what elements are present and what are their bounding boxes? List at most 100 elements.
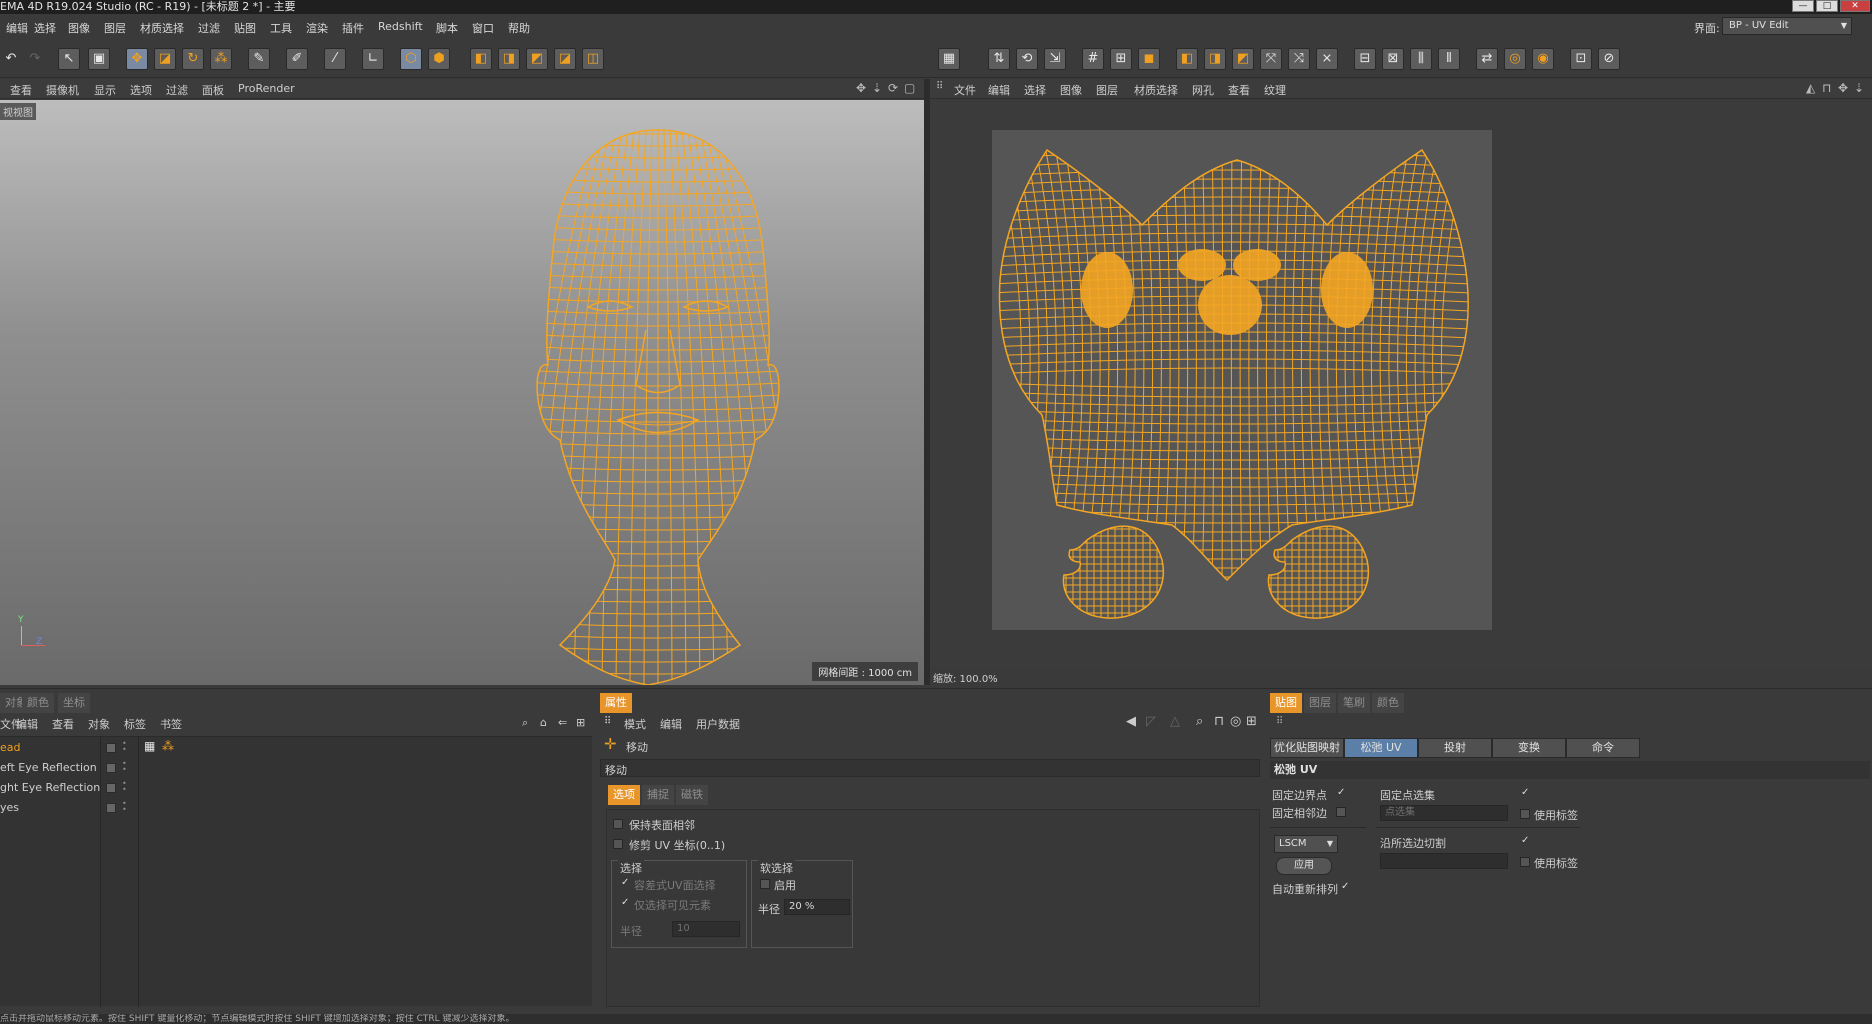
tab-color[interactable]: 颜色 <box>22 693 54 713</box>
edge-selection-field[interactable] <box>1380 853 1508 869</box>
obj-menu-view[interactable]: 查看 <box>52 716 74 732</box>
render-extra-button[interactable]: ◫ <box>582 48 604 70</box>
render-picture-button[interactable]: ◩ <box>526 48 548 70</box>
pin-neighbor-checkbox[interactable] <box>1336 807 1346 817</box>
lock-icon[interactable]: ⊓ <box>1214 714 1224 729</box>
viewport-menu-prorender[interactable]: ProRender <box>238 82 295 95</box>
commands-button[interactable]: 命令 <box>1566 738 1640 758</box>
pan-icon[interactable]: ✥ <box>1838 81 1848 95</box>
tab-brush[interactable]: 笔刷 <box>1338 693 1370 713</box>
uv-texture-1-button[interactable]: ⊡ <box>1570 48 1592 70</box>
uv-arrange-1-button[interactable]: ⊟ <box>1354 48 1376 70</box>
attr-menu-edit[interactable]: 编辑 <box>660 716 682 732</box>
uv-tool-1-button[interactable]: ⇅ <box>988 48 1010 70</box>
search-icon[interactable]: ⌕ <box>522 716 528 730</box>
uv-menu-layer[interactable]: 图层 <box>1096 82 1118 98</box>
uv-align-1-button[interactable]: ◧ <box>1176 48 1198 70</box>
obj-menu-bookmark[interactable]: 书签 <box>160 716 182 732</box>
uv-editor[interactable] <box>930 100 1872 668</box>
uv-tool-2-button[interactable]: ⟲ <box>1016 48 1038 70</box>
target-icon[interactable]: ◎ <box>1230 714 1241 729</box>
select-tool-button[interactable]: ▣ <box>88 48 110 70</box>
relax-uv-button[interactable]: 松弛 UV <box>1344 738 1418 758</box>
layout-select[interactable]: BP - UV Edit ▼ <box>1722 17 1852 35</box>
viewport-menu-camera[interactable]: 摄像机 <box>46 82 79 98</box>
menu-material-select[interactable]: 材质选择 <box>140 20 184 36</box>
tab-attributes[interactable]: 属性 <box>600 693 632 713</box>
menu-redshift[interactable]: Redshift <box>378 20 423 33</box>
uv-menu-view[interactable]: 查看 <box>1228 82 1250 98</box>
move-tool-button[interactable]: ✥ <box>126 48 148 70</box>
checker-tag-icon[interactable]: ▦ <box>144 739 155 753</box>
soft-radius-field[interactable]: 20 % <box>784 899 850 915</box>
new-panel-icon[interactable]: ⊞ <box>1246 714 1257 729</box>
axis-button[interactable]: ∟ <box>362 48 384 70</box>
undo-button[interactable]: ↶ <box>0 48 22 70</box>
uv-arrange-2-button[interactable]: ⊠ <box>1382 48 1404 70</box>
uv-arrange-4-button[interactable]: ⫴ <box>1438 48 1460 70</box>
cut-selected-edges-checkbox[interactable] <box>1520 835 1530 847</box>
uv-menu-edit[interactable]: 编辑 <box>988 82 1010 98</box>
transform-button[interactable]: 变换 <box>1492 738 1566 758</box>
visible-only-checkbox[interactable] <box>620 897 630 909</box>
menu-script[interactable]: 脚本 <box>436 20 458 36</box>
transform-tool-button[interactable]: ⁂ <box>210 48 232 70</box>
dolly-icon[interactable]: ⇣ <box>1854 81 1864 95</box>
render-dots-icon[interactable]: • • <box>122 740 127 754</box>
pin-point-sel-checkbox[interactable] <box>1520 787 1530 799</box>
menu-help[interactable]: 帮助 <box>508 20 530 36</box>
attr-menu-userdata[interactable]: 用户数据 <box>696 716 740 732</box>
obj-menu-tag[interactable]: 标签 <box>124 716 146 732</box>
uv-texture-2-button[interactable]: ⊘ <box>1598 48 1620 70</box>
uv-grid-3-button[interactable]: ◼ <box>1138 48 1160 70</box>
obj-menu-object[interactable]: 对象 <box>88 716 110 732</box>
uv-menu-mesh[interactable]: 网孔 <box>1192 82 1214 98</box>
object-row[interactable]: ead <box>0 739 100 757</box>
menu-tools[interactable]: 工具 <box>270 20 292 36</box>
menu-window[interactable]: 窗口 <box>472 20 494 36</box>
attr-menu-mode[interactable]: 模式 <box>624 716 646 732</box>
dolly-icon[interactable]: ⇣ <box>872 81 882 95</box>
optimal-mapping-button[interactable]: 优化贴图映射 <box>1270 738 1344 758</box>
menu-filter[interactable]: 过滤 <box>198 20 220 36</box>
material-tag-icon[interactable]: ⁂ <box>162 739 174 753</box>
tab-colors[interactable]: 颜色 <box>1372 693 1404 713</box>
tab-layers[interactable]: 图层 <box>1304 693 1336 713</box>
uv-menu-select[interactable]: 选择 <box>1024 82 1046 98</box>
render-region-button[interactable]: ◨ <box>498 48 520 70</box>
uv-soft-button[interactable]: ◎ <box>1504 48 1526 70</box>
menu-plugins[interactable]: 插件 <box>342 20 364 36</box>
live-select-button[interactable]: ↖ <box>58 48 80 70</box>
visibility-flag[interactable] <box>106 803 116 813</box>
visibility-flag[interactable] <box>106 743 116 753</box>
rotate-tool-button[interactable]: ↻ <box>182 48 204 70</box>
render-dots-icon[interactable]: • • <box>122 760 127 774</box>
viewport-menu-filter[interactable]: 过滤 <box>166 82 188 98</box>
search-icon[interactable]: ⌕ <box>1196 714 1203 729</box>
tab-coordinates[interactable]: 坐标 <box>58 693 90 713</box>
tab-options[interactable]: 选项 <box>608 785 640 805</box>
render-dots-icon[interactable]: • • <box>122 800 127 814</box>
forward-arrow-icon[interactable]: ◸ <box>1146 714 1156 729</box>
uv-canvas[interactable] <box>992 130 1492 630</box>
object-row[interactable]: ght Eye Reflection <box>0 779 100 797</box>
uv-align-3-button[interactable]: ◩ <box>1232 48 1254 70</box>
uv-arrange-3-button[interactable]: ⫼ <box>1410 48 1432 70</box>
maximize-button[interactable]: □ <box>1816 0 1838 12</box>
uv-menu-material-select[interactable]: 材质选择 <box>1134 82 1178 98</box>
orbit-icon[interactable]: ⟳ <box>888 81 898 95</box>
auto-realign-checkbox[interactable] <box>1340 881 1350 893</box>
uv-soft-2-button[interactable]: ◉ <box>1532 48 1554 70</box>
object-row[interactable]: eft Eye Reflection <box>0 759 100 777</box>
eyedropper-button[interactable]: ⁄ <box>324 48 346 70</box>
radius-field[interactable]: 10 <box>672 921 740 937</box>
menu-texture[interactable]: 贴图 <box>234 20 256 36</box>
viewport-menu-view[interactable]: 查看 <box>10 82 32 98</box>
pin-border-checkbox[interactable] <box>1336 787 1346 799</box>
visibility-flag[interactable] <box>106 783 116 793</box>
uv-align-2-button[interactable]: ◨ <box>1204 48 1226 70</box>
lock-icon[interactable]: ⊓ <box>1822 81 1831 95</box>
uv-menu-texture[interactable]: 纹理 <box>1264 82 1286 98</box>
brush-tool-button[interactable]: ✎ <box>248 48 270 70</box>
menu-edit[interactable]: 编辑 <box>6 20 28 36</box>
